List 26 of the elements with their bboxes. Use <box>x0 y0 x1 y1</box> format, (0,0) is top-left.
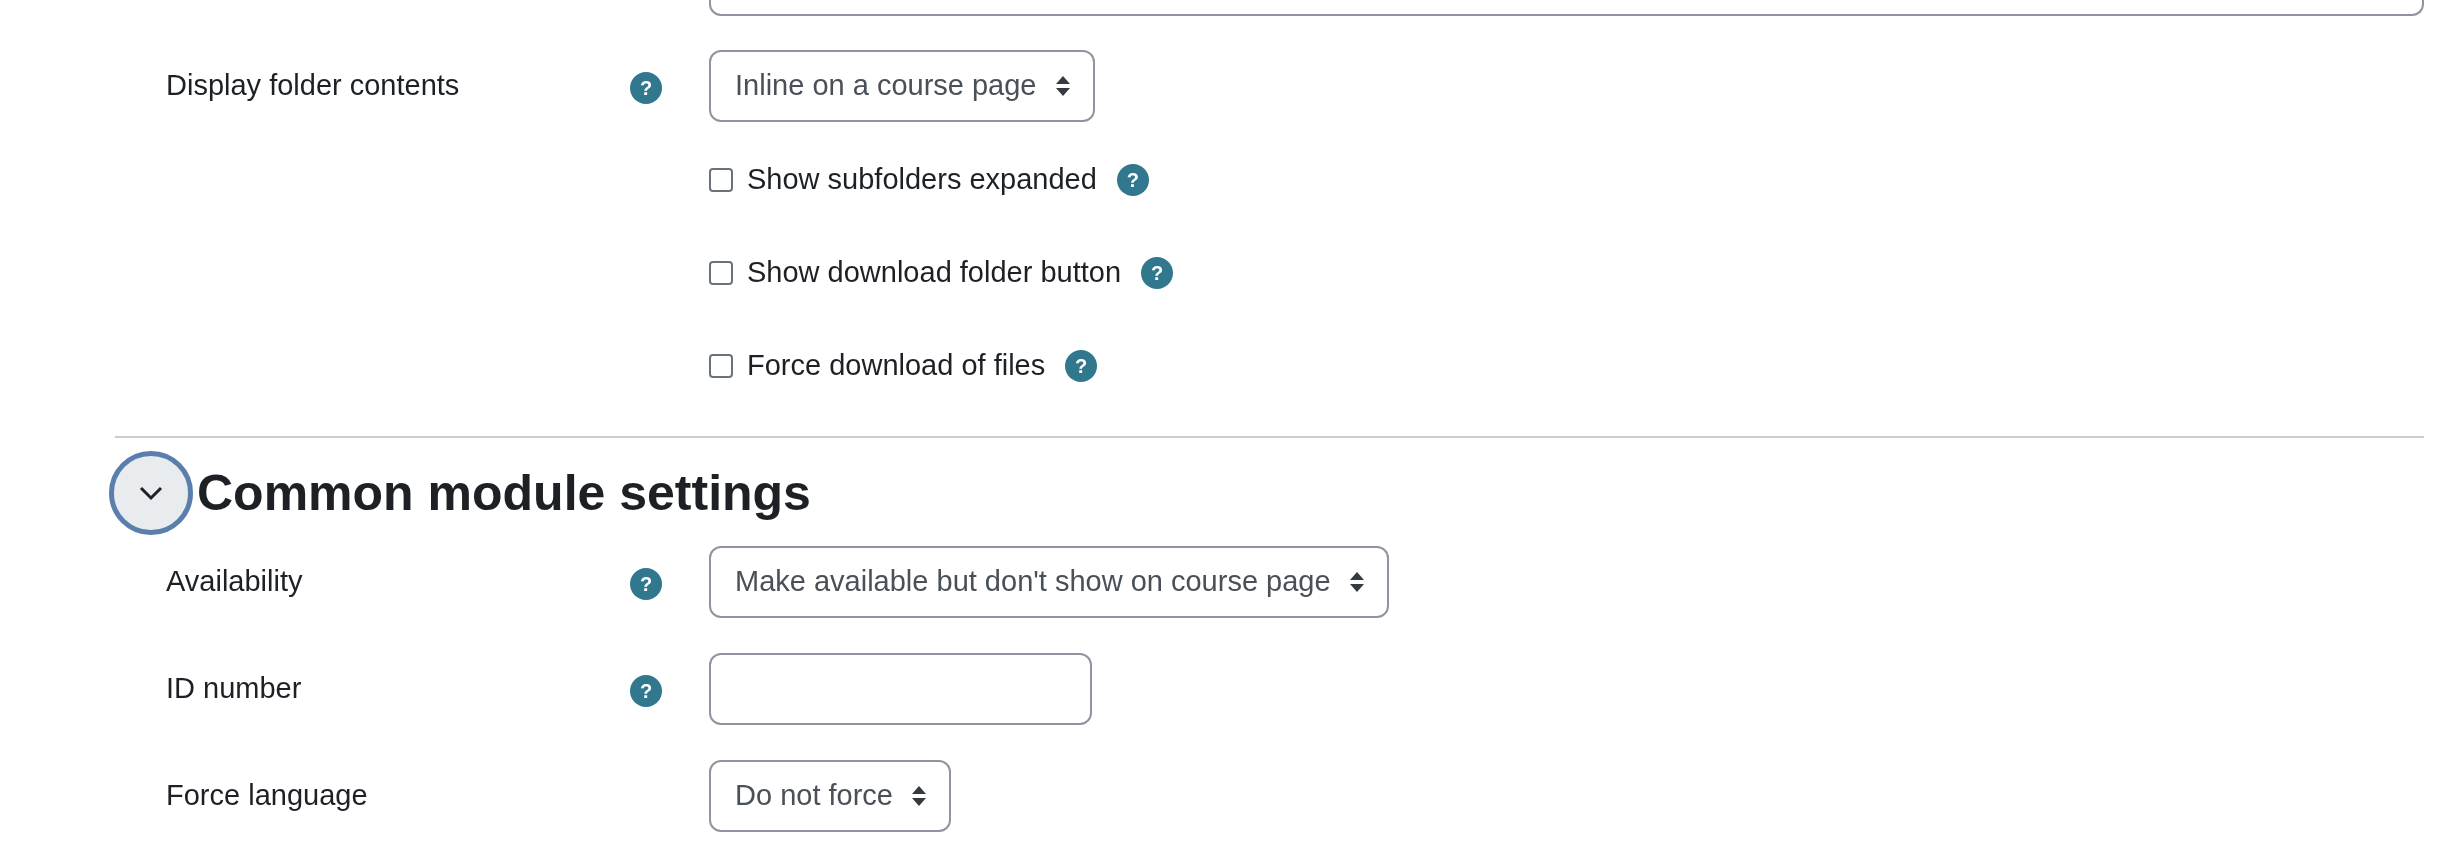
help-icon[interactable]: ? <box>630 675 662 708</box>
checkbox-label: Force download of files <box>747 348 1046 384</box>
dropdown-select[interactable]: Do not force <box>709 760 951 832</box>
checkbox-label: Show subfolders expanded <box>747 162 1097 198</box>
field-label: Availability <box>166 564 304 600</box>
field-label: Force language <box>166 778 369 814</box>
checkbox[interactable] <box>709 168 733 192</box>
help-icon[interactable]: ? <box>630 568 662 601</box>
field-label: Display folder contents <box>166 68 461 104</box>
text-input-field[interactable] <box>709 653 1092 725</box>
section-heading: Common module settings <box>197 468 811 518</box>
checkbox[interactable] <box>709 354 733 378</box>
field-label: ID number <box>166 671 303 707</box>
help-icon[interactable]: ? <box>630 72 662 105</box>
sort-arrows-icon <box>1054 75 1071 97</box>
dropdown-select[interactable]: Make available but don't show on course page <box>709 546 1389 618</box>
checkbox-label: Show download folder button <box>747 255 1122 291</box>
chevron-down-icon <box>138 485 164 501</box>
sort-arrows-icon <box>1348 571 1365 593</box>
help-icon[interactable]: ? <box>1116 164 1149 196</box>
checkbox[interactable] <box>709 261 733 285</box>
help-icon[interactable]: ? <box>1141 257 1174 289</box>
text-input-field[interactable] <box>709 0 2424 16</box>
help-icon[interactable]: ? <box>1065 350 1098 382</box>
dropdown-select[interactable]: Inline on a course page <box>709 50 1095 122</box>
sort-arrows-icon <box>911 785 927 807</box>
